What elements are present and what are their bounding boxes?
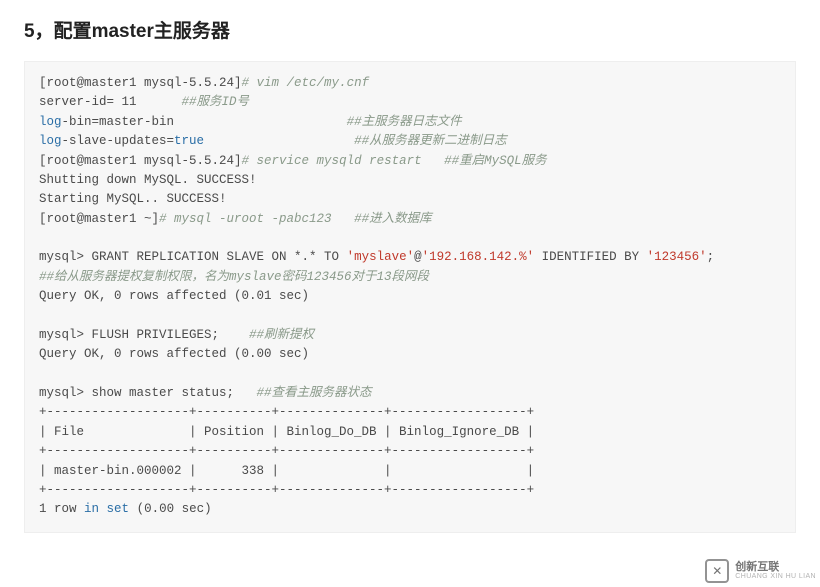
code-line: mysql> show master status; ##查看主服务器状态: [39, 384, 781, 403]
code-line: mysql> GRANT REPLICATION SLAVE ON *.* TO…: [39, 248, 781, 267]
code-line: [39, 307, 781, 326]
code-segment: (0.00 sec): [129, 502, 212, 516]
code-line: [root@master1 mysql-5.5.24]# service mys…: [39, 152, 781, 171]
watermark-logo-icon: ✕: [705, 559, 729, 583]
code-segment: in: [84, 502, 99, 516]
code-line: log-bin=master-bin ##主服务器日志文件: [39, 113, 781, 132]
code-segment: mysql> FLUSH PRIVILEGES;: [39, 328, 249, 342]
code-line: Shutting down MySQL. SUCCESS!: [39, 171, 781, 190]
code-segment: | master-bin.000002 | 338 | | |: [39, 464, 534, 478]
code-segment: 1 row: [39, 502, 84, 516]
code-segment: [99, 502, 107, 516]
code-segment: log: [39, 134, 62, 148]
code-line: +-------------------+----------+--------…: [39, 481, 781, 500]
code-segment: Starting MySQL.. SUCCESS!: [39, 192, 227, 206]
code-segment: [204, 134, 354, 148]
watermark-py: CHUANG XIN HU LIAN: [735, 573, 816, 580]
document-page: 5，配置master主服务器 [root@master1 mysql-5.5.2…: [0, 0, 820, 549]
code-line: log-slave-updates=true ##从服务器更新二进制日志: [39, 132, 781, 151]
code-segment: [root@master1 mysql-5.5.24]: [39, 76, 242, 90]
code-segment: ;: [707, 250, 715, 264]
code-segment: 'myslave': [347, 250, 415, 264]
code-line: Starting MySQL.. SUCCESS!: [39, 190, 781, 209]
code-line: mysql> FLUSH PRIVILEGES; ##刷新提权: [39, 326, 781, 345]
code-line: +-------------------+----------+--------…: [39, 403, 781, 422]
watermark-cn: 创新互联: [735, 562, 816, 573]
code-segment: [root@master1 ~]: [39, 212, 159, 226]
code-line: [root@master1 mysql-5.5.24]# vim /etc/my…: [39, 74, 781, 93]
code-segment: IDENTIFIED BY: [534, 250, 647, 264]
code-segment: ##服务ID号: [182, 95, 250, 109]
watermark: ✕ 创新互联 CHUANG XIN HU LIAN: [705, 559, 816, 583]
code-line: Query OK, 0 rows affected (0.00 sec): [39, 345, 781, 364]
code-segment: [root@master1 mysql-5.5.24]: [39, 154, 242, 168]
code-line: | File | Position | Binlog_Do_DB | Binlo…: [39, 423, 781, 442]
code-segment: ##主服务器日志文件: [347, 115, 462, 129]
code-segment: Query OK, 0 rows affected (0.01 sec): [39, 289, 309, 303]
code-line: Query OK, 0 rows affected (0.01 sec): [39, 287, 781, 306]
code-line: +-------------------+----------+--------…: [39, 442, 781, 461]
code-segment: +-------------------+----------+--------…: [39, 405, 534, 419]
code-line: [39, 365, 781, 384]
code-segment: log: [39, 115, 62, 129]
code-line: server-id= 11 ##服务ID号: [39, 93, 781, 112]
code-line: 1 row in set (0.00 sec): [39, 500, 781, 519]
code-segment: # mysql -uroot -pabc123 ##进入数据库: [159, 212, 432, 226]
code-segment: @: [414, 250, 422, 264]
code-segment: mysql> GRANT REPLICATION SLAVE ON *.* TO: [39, 250, 347, 264]
code-segment: server-id= 11: [39, 95, 182, 109]
code-segment: ##从服务器更新二进制日志: [354, 134, 507, 148]
code-segment: set: [107, 502, 130, 516]
code-segment: ##刷新提权: [249, 328, 314, 342]
code-line: [39, 229, 781, 248]
code-segment: Query OK, 0 rows affected (0.00 sec): [39, 347, 309, 361]
code-segment: true: [174, 134, 204, 148]
code-line: ##给从服务器提权复制权限，名为myslave密码123456对于13段网段: [39, 268, 781, 287]
watermark-text: 创新互联 CHUANG XIN HU LIAN: [735, 562, 816, 580]
code-block: [root@master1 mysql-5.5.24]# vim /etc/my…: [24, 61, 796, 533]
code-segment: Shutting down MySQL. SUCCESS!: [39, 173, 257, 187]
code-segment: mysql> show master status;: [39, 386, 257, 400]
code-segment: | File | Position | Binlog_Do_DB | Binlo…: [39, 425, 534, 439]
code-segment: -bin=master-bin: [62, 115, 347, 129]
code-segment: '123456': [647, 250, 707, 264]
code-segment: -slave-updates=: [62, 134, 175, 148]
code-segment: # service mysqld restart ##重启MySQL服务: [242, 154, 547, 168]
code-line: | master-bin.000002 | 338 | | |: [39, 462, 781, 481]
code-segment: +-------------------+----------+--------…: [39, 444, 534, 458]
code-segment: ##给从服务器提权复制权限，名为myslave密码123456对于13段网段: [39, 270, 429, 284]
code-segment: # vim /etc/my.cnf: [242, 76, 370, 90]
code-segment: +-------------------+----------+--------…: [39, 483, 534, 497]
code-segment: ##查看主服务器状态: [257, 386, 372, 400]
code-line: [root@master1 ~]# mysql -uroot -pabc123 …: [39, 210, 781, 229]
code-segment: '192.168.142.%': [422, 250, 535, 264]
section-heading: 5，配置master主服务器: [24, 16, 796, 43]
